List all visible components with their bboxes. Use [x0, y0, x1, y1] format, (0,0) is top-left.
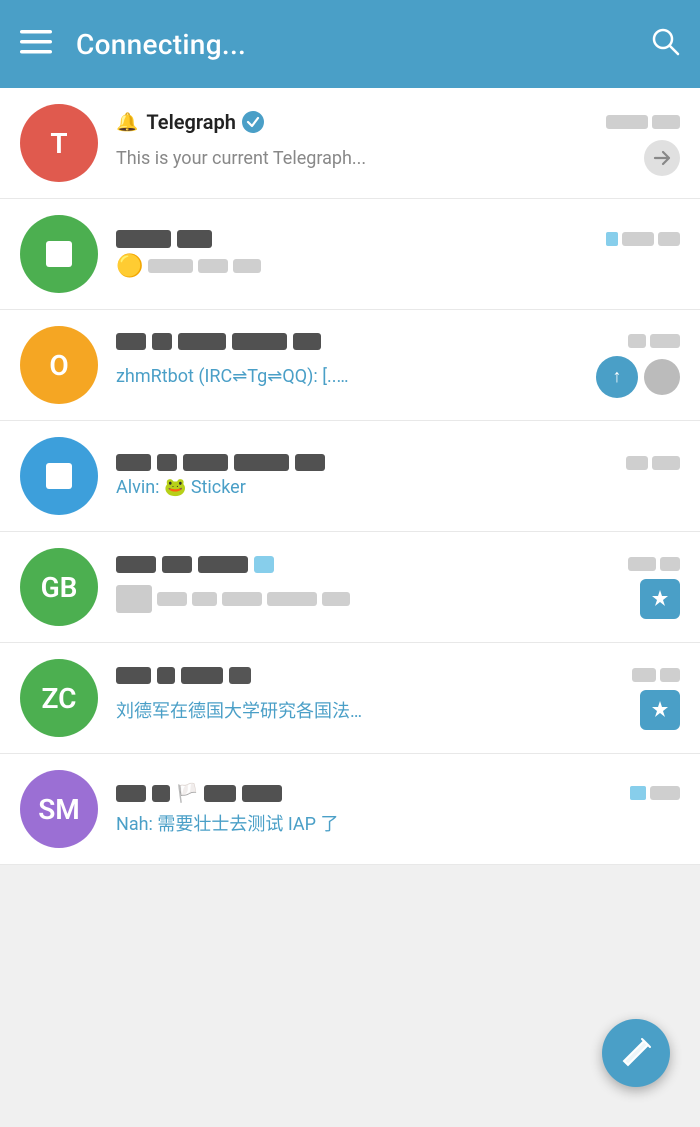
chat-meta-3: ↑ [596, 356, 680, 398]
chat-list: T 🔔 Telegraph [0, 88, 700, 865]
chat-item-3[interactable]: O zhmRtbot (IRC⇌Tg⇌QQ): [..… [0, 310, 700, 421]
avatar-5: GB [20, 548, 98, 626]
chat-item-6[interactable]: ZC 刘德军在德国大学研究各国法… [0, 643, 700, 754]
chat-item-4[interactable]: Alvin: 🐸 Sticker [0, 421, 700, 532]
chat-time-4 [626, 456, 680, 470]
avatar-3: O [20, 326, 98, 404]
chat-name-wrap-2 [116, 230, 606, 248]
avatar-6: ZC [20, 659, 98, 737]
chat-time-7 [630, 786, 680, 800]
chat-preview-6: 刘德军在德国大学研究各国法… [116, 697, 632, 723]
chat-preview-7: Nah: 需要壮士去测试 IAP 了 [116, 810, 680, 836]
chat-content-6: 刘德军在德国大学研究各国法… [116, 667, 680, 730]
chat-time-blurred [606, 115, 680, 129]
verified-badge [242, 111, 264, 133]
chat-preview-4: Alvin: 🐸 Sticker [116, 477, 680, 498]
send-icon [644, 140, 680, 176]
search-button[interactable] [650, 26, 680, 63]
menu-button[interactable] [20, 30, 52, 59]
chat-item-telegraph[interactable]: T 🔔 Telegraph [0, 88, 700, 199]
chat-content-2: 🟡 [116, 230, 680, 279]
chat-preview: This is your current Telegraph... [116, 148, 636, 169]
chat-time-6 [632, 668, 680, 682]
top-bar: Connecting... [0, 0, 700, 88]
compose-fab[interactable] [602, 1019, 670, 1087]
chat-name-wrap-7: 🏳️ [116, 783, 630, 804]
chat-content-3: zhmRtbot (IRC⇌Tg⇌QQ): [..… ↑ [116, 333, 680, 398]
chat-content-telegraph: 🔔 Telegraph This is your current Telegra… [116, 110, 680, 176]
chat-name-wrap: 🔔 Telegraph [116, 110, 606, 134]
chat-content-5 [116, 556, 680, 619]
pin-icon-5 [640, 579, 680, 619]
avatar-4 [20, 437, 98, 515]
chat-name-wrap-5 [116, 556, 628, 573]
chat-item-5[interactable]: GB [0, 532, 700, 643]
avatar-telegraph: T [20, 104, 98, 182]
chat-preview-3: zhmRtbot (IRC⇌Tg⇌QQ): [..… [116, 366, 588, 387]
chat-content-7: 🏳️ Nah: 需要壮士去测试 IAP 了 [116, 783, 680, 836]
chat-time-3 [628, 334, 680, 348]
chat-name-wrap-4 [116, 454, 626, 471]
chat-time-5 [628, 557, 680, 571]
chat-item-2[interactable]: 🟡 [0, 199, 700, 310]
top-bar-title: Connecting... [76, 28, 650, 61]
chat-name-wrap-3 [116, 333, 628, 350]
pin-icon-6 [640, 690, 680, 730]
unread-icon-3: ↑ [596, 356, 638, 398]
chat-item-7[interactable]: SM 🏳️ Nah: 需要壮士去测试 IAP 了 [0, 754, 700, 865]
avatar-2 [20, 215, 98, 293]
chat-name: Telegraph [146, 110, 236, 134]
mute-icon: 🔔 [116, 112, 138, 133]
chat-name-wrap-6 [116, 667, 632, 684]
avatar-7: SM [20, 770, 98, 848]
avatar-mini-3 [644, 359, 680, 395]
chat-time-2 [606, 232, 680, 246]
chat-content-4: Alvin: 🐸 Sticker [116, 454, 680, 498]
